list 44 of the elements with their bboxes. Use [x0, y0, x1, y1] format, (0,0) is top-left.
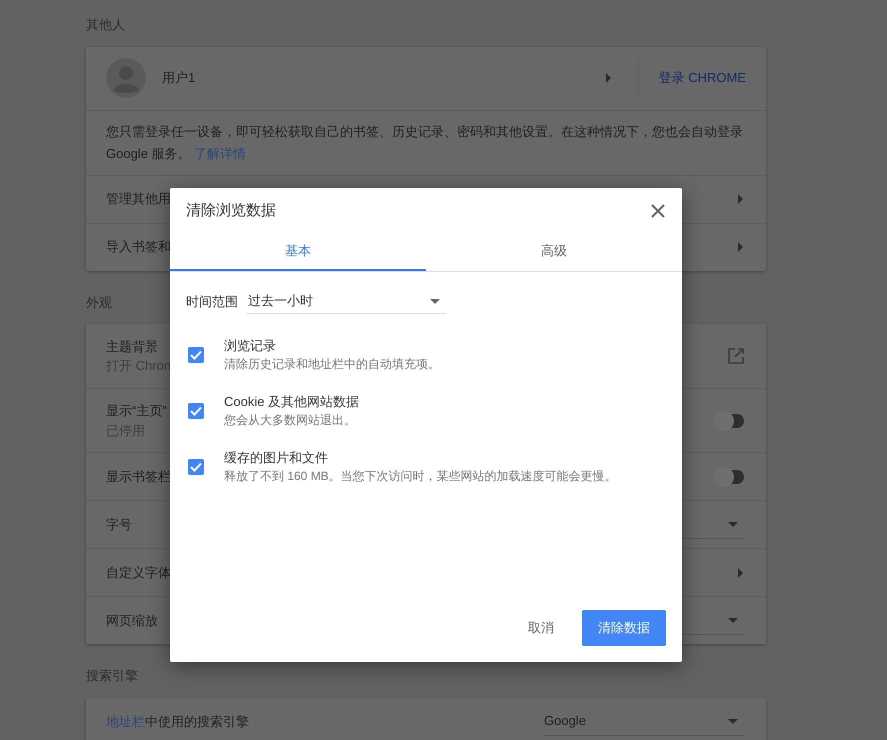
cancel-button[interactable]: 取消 [524, 610, 558, 646]
dropdown-field[interactable]: Google [544, 708, 744, 736]
row-label: 地址栏中使用的搜索引擎 [106, 712, 249, 731]
row-label: 网页缩放 [106, 612, 158, 630]
dialog-tab[interactable]: 基本 [170, 232, 426, 270]
section-title: 外观 [86, 294, 112, 312]
dropdown-caret-icon [430, 298, 440, 304]
arrow-icon [738, 242, 744, 252]
toggle-switch[interactable] [716, 470, 744, 484]
avatar-icon [106, 58, 146, 98]
arrow-icon [738, 568, 744, 578]
checkbox[interactable] [188, 458, 204, 474]
open-external-icon [728, 348, 744, 364]
row-label: 导入书签和 [106, 238, 171, 256]
toggle-switch[interactable] [716, 414, 744, 428]
section-title: 其他人 [86, 16, 125, 34]
option-detail: 清除历史记录和地址栏中的自动填充项。 [224, 356, 440, 372]
option-detail: 您会从大多数网站退出。 [224, 412, 357, 428]
option-label: 缓存的图片和文件 [224, 448, 329, 466]
option-label: Cookie 及其他网站数据 [224, 392, 360, 410]
row-label: 显示书签栏 [106, 468, 171, 486]
option-detail: 释放了不到 160 MB。当您下次访问时，某些网站的加载速度可能会更慢。 [224, 468, 617, 484]
sign-in-description: 您只需登录任一设备，即可轻松获取自己的书签、历史记录、密码和其他设置。在这种情况下，您也会自动登录 Google 服务。 了解详情 [86, 110, 766, 174]
checkbox[interactable] [188, 346, 204, 362]
row-label: 自定义字体 [106, 564, 171, 582]
option-label: 浏览记录 [224, 336, 277, 354]
sign-in-button[interactable]: 登录 CHROME [658, 68, 746, 88]
arrow-icon [738, 194, 744, 204]
dropdown-caret-icon [728, 522, 738, 526]
time-range-label: 时间范围 [186, 292, 238, 311]
clear-data-button[interactable]: 清除数据 [582, 610, 666, 646]
dropdown-caret-icon [728, 718, 738, 724]
time-range-select[interactable]: 过去一小时 [246, 290, 446, 314]
row-label: 管理其他用 [106, 190, 171, 208]
user-name: 用户1 [162, 69, 196, 88]
dialog-title: 清除浏览数据 [186, 201, 276, 221]
dialog-tab[interactable]: 高级 [426, 232, 682, 270]
checkbox[interactable] [188, 402, 204, 418]
dropdown-caret-icon [728, 618, 738, 622]
row-label: 显示“主页” [106, 402, 167, 420]
section-title: 搜索引擎 [86, 667, 138, 685]
row-label: 字号 [106, 516, 132, 534]
arrow-icon [606, 73, 612, 83]
row-label: 主题背景 [106, 338, 159, 356]
